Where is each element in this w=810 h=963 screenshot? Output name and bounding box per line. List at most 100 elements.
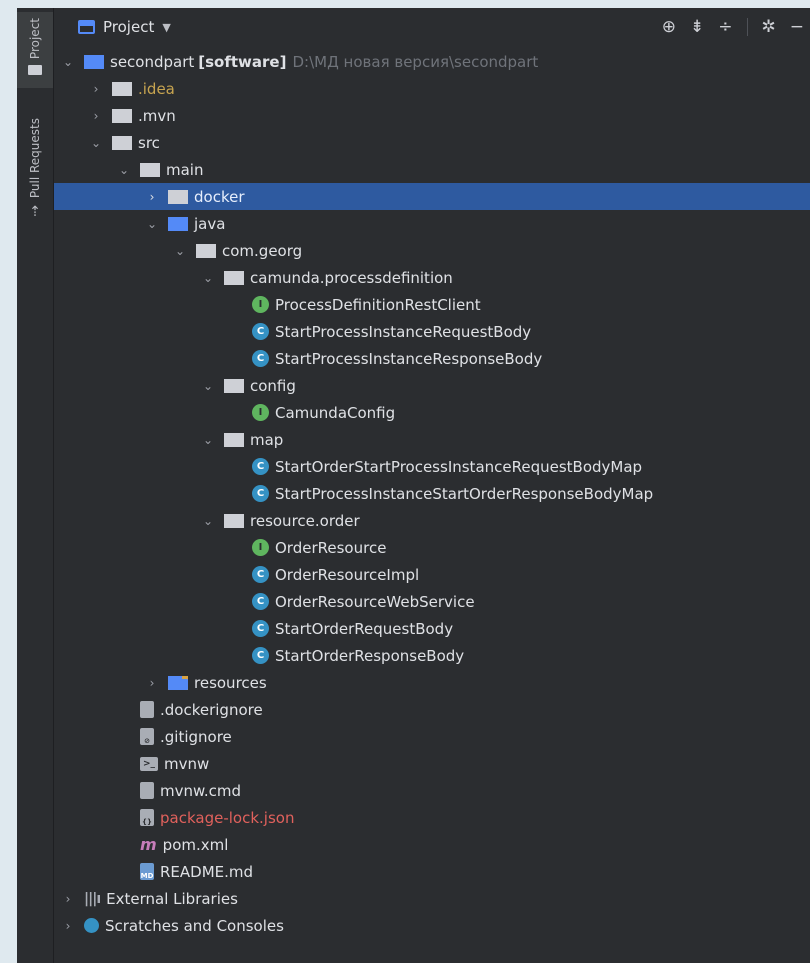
module-folder-icon [84,54,104,69]
package-icon [224,378,244,393]
interface-icon: I [252,539,269,556]
header-actions: ⊕ ⇟ ÷ ✲ − [662,8,810,46]
tree-row-resources[interactable]: › resources [54,669,810,696]
tree-row-file[interactable]: › mvnw.cmd [54,777,810,804]
tree-row-class[interactable]: › C OrderResourceImpl [54,561,810,588]
file-label: README.md [160,862,254,881]
package-icon [224,513,244,528]
file-label: .gitignore [160,727,232,746]
class-icon: C [252,323,269,340]
package-label: com.georg [222,241,303,260]
java-label: java [194,214,226,233]
class-label: OrderResourceWebService [275,592,475,611]
left-tool-strip: Project Pull Requests ⇡ [17,8,54,963]
chevron-right-icon[interactable]: › [88,109,104,123]
tree-row-map[interactable]: ⌄ map [54,426,810,453]
chevron-right-icon[interactable]: › [60,892,76,906]
maven-icon: m [140,835,157,854]
source-folder-icon [168,216,188,231]
tree-row-class[interactable]: › C StartOrderStartProcessInstanceReques… [54,453,810,480]
pull-requests-tool-button[interactable]: Pull Requests ⇡ [17,118,53,248]
folder-icon [28,65,42,76]
hide-icon[interactable]: − [790,17,804,37]
tree-row-idea[interactable]: › .idea [54,75,810,102]
class-icon: C [252,647,269,664]
libraries-icon: |||ı [84,890,101,907]
folder-icon [112,135,132,150]
file-label: .dockerignore [160,700,263,719]
tree-row-package[interactable]: ⌄ com.georg [54,237,810,264]
file-label: pom.xml [162,835,229,854]
class-icon: C [252,350,269,367]
class-label: StartOrderStartProcessInstanceRequestBod… [275,457,643,476]
chevron-down-icon[interactable]: ⌄ [144,217,160,231]
tree-row-main[interactable]: ⌄ main [54,156,810,183]
package-icon [224,270,244,285]
chevron-right-icon[interactable]: › [88,82,104,96]
tree-row-class[interactable]: › C StartOrderRequestBody [54,615,810,642]
idea-label: .idea [138,79,175,98]
terminal-file-icon: >_ [140,756,158,771]
file-label: mvnw.cmd [160,781,242,800]
settings-icon[interactable]: ✲ [762,17,776,37]
resources-label: resources [194,673,267,692]
tree-row-resource-order[interactable]: ⌄ resource.order [54,507,810,534]
markdown-file-icon: MD [140,863,154,880]
scratches-icon [84,918,99,933]
locate-icon[interactable]: ⊕ [662,17,676,37]
docker-label: docker [194,187,245,206]
tree-row-class[interactable]: › C StartProcessInstanceStartOrderRespon… [54,480,810,507]
tree-row-class[interactable]: › I ProcessDefinitionRestClient [54,291,810,318]
collapse-all-icon[interactable]: ÷ [718,17,732,37]
project-tree: ⌄ secondpart [software] D:\МД новая верс… [54,48,810,939]
tree-row-root[interactable]: ⌄ secondpart [software] D:\МД новая верс… [54,48,810,75]
chevron-down-icon[interactable]: ⌄ [88,136,104,150]
tree-row-class[interactable]: › I CamundaConfig [54,399,810,426]
tree-row-mvn[interactable]: › .mvn [54,102,810,129]
tree-row-external-libraries[interactable]: › |||ı External Libraries [54,885,810,912]
tree-row-config[interactable]: ⌄ config [54,372,810,399]
tree-row-class[interactable]: › C OrderResourceWebService [54,588,810,615]
tree-row-file[interactable]: › MD README.md [54,858,810,885]
chevron-down-icon[interactable]: ⌄ [200,433,216,447]
panel-header: Project ▼ ⊕ ⇟ ÷ ✲ − [54,8,810,46]
root-module: [software] [198,52,287,71]
toolbar-divider [746,18,748,36]
chevron-down-icon[interactable]: ⌄ [200,379,216,393]
tree-row-scratches[interactable]: › Scratches and Consoles [54,912,810,939]
tree-row-file[interactable]: › {} package-lock.json [54,804,810,831]
chevron-down-icon[interactable]: ⌄ [200,271,216,285]
resource-order-label: resource.order [250,511,360,530]
view-selector[interactable]: Project ▼ [78,18,171,36]
tree-row-class[interactable]: › I OrderResource [54,534,810,561]
chevron-right-icon[interactable]: › [144,190,160,204]
tree-row-java[interactable]: ⌄ java [54,210,810,237]
tree-row-class[interactable]: › C StartProcessInstanceResponseBody [54,345,810,372]
tree-row-file[interactable]: › ⊘ .gitignore [54,723,810,750]
chevron-down-icon[interactable]: ⌄ [200,514,216,528]
tree-row-src[interactable]: ⌄ src [54,129,810,156]
pull-request-icon: ⇡ [29,204,41,221]
view-title: Project [103,18,155,36]
tree-row-file[interactable]: › >_ mvnw [54,750,810,777]
chevron-right-icon[interactable]: › [60,919,76,933]
chevron-right-icon[interactable]: › [144,676,160,690]
tree-row-file[interactable]: › .dockerignore [54,696,810,723]
expand-all-icon[interactable]: ⇟ [690,17,704,37]
chevron-down-icon[interactable]: ⌄ [60,55,76,69]
tree-row-class[interactable]: › C StartProcessInstanceRequestBody [54,318,810,345]
class-label: StartOrderResponseBody [275,646,465,665]
main-label: main [166,160,204,179]
camunda-label: camunda.processdefinition [250,268,453,287]
tree-row-file[interactable]: › m pom.xml [54,831,810,858]
chevron-down-icon[interactable]: ⌄ [172,244,188,258]
tree-row-camunda[interactable]: ⌄ camunda.processdefinition [54,264,810,291]
scratches-label: Scratches and Consoles [105,916,284,935]
tree-row-class[interactable]: › C StartOrderResponseBody [54,642,810,669]
class-icon: C [252,620,269,637]
tree-row-docker[interactable]: › docker [54,183,810,210]
project-tool-button[interactable]: Project [17,12,53,88]
class-icon: C [252,485,269,502]
config-label: config [250,376,296,395]
chevron-down-icon[interactable]: ⌄ [116,163,132,177]
